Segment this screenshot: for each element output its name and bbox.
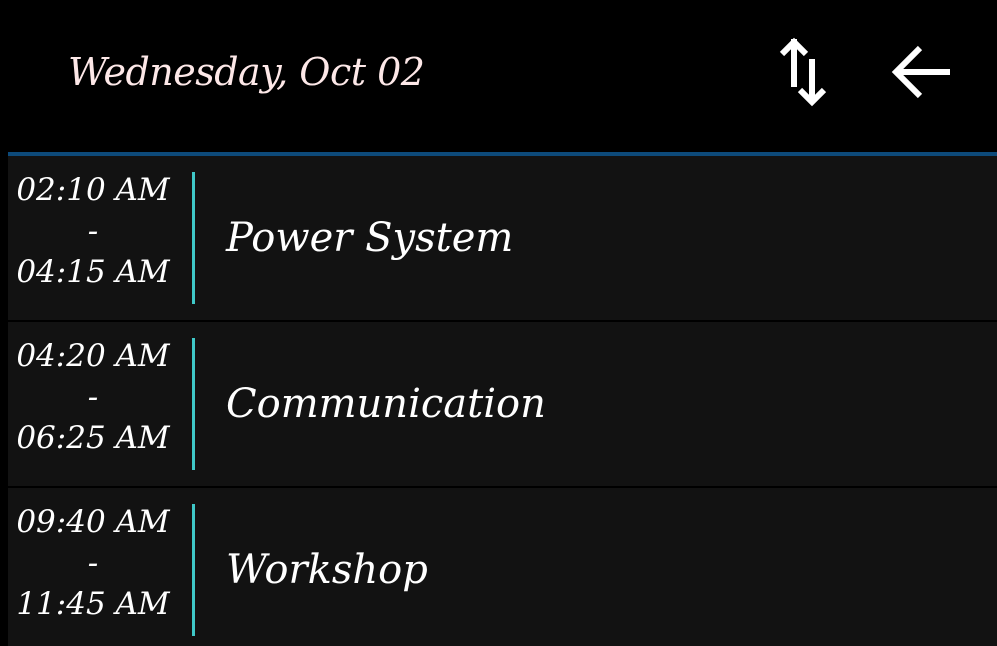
event-row[interactable]: 02:10 AM - 04:15 AM Power System bbox=[8, 156, 997, 320]
event-start-time: 02:10 AM bbox=[16, 172, 170, 208]
event-row[interactable]: 04:20 AM - 06:25 AM Communication bbox=[8, 322, 997, 486]
sort-button[interactable] bbox=[764, 34, 840, 110]
app-root: Wednesday, Oct 02 02:10 AM - 04:15 AM Po… bbox=[0, 0, 997, 646]
event-title: Power System bbox=[226, 215, 514, 261]
event-title: Communication bbox=[226, 381, 546, 427]
event-end-time: 06:25 AM bbox=[16, 420, 170, 456]
event-time-range: 09:40 AM - 11:45 AM bbox=[8, 502, 178, 625]
event-time-range: 04:20 AM - 06:25 AM bbox=[8, 336, 178, 459]
event-start-time: 09:40 AM bbox=[16, 504, 170, 540]
page-title: Wednesday, Oct 02 bbox=[68, 50, 425, 94]
top-app-bar: Wednesday, Oct 02 bbox=[0, 0, 997, 152]
time-separator: - bbox=[87, 213, 99, 249]
swap-vertical-icon bbox=[779, 37, 827, 107]
event-time-range: 02:10 AM - 04:15 AM bbox=[8, 170, 178, 293]
event-accent-bar bbox=[192, 504, 195, 636]
event-title: Workshop bbox=[226, 547, 428, 593]
time-separator: - bbox=[87, 545, 99, 581]
event-list: 02:10 AM - 04:15 AM Power System 04:20 A… bbox=[8, 156, 997, 646]
event-end-time: 04:15 AM bbox=[16, 254, 170, 290]
back-button[interactable] bbox=[884, 34, 960, 110]
arrow-left-icon bbox=[891, 45, 950, 99]
event-accent-bar bbox=[192, 172, 195, 304]
event-accent-bar bbox=[192, 338, 195, 470]
time-separator: - bbox=[87, 379, 99, 415]
event-row[interactable]: 09:40 AM - 11:45 AM Workshop bbox=[8, 488, 997, 646]
event-start-time: 04:20 AM bbox=[16, 338, 170, 374]
event-end-time: 11:45 AM bbox=[16, 586, 170, 622]
